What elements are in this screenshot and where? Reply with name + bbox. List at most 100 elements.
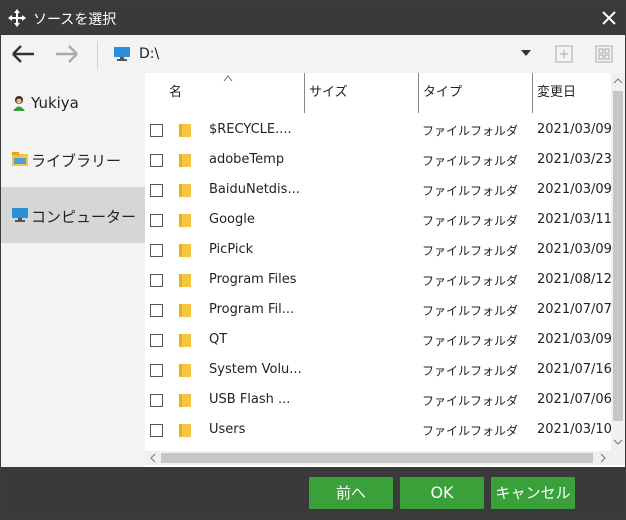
file-name: PicPick [209,242,254,257]
folder-icon [179,394,191,407]
select-checkbox[interactable] [150,424,163,437]
dropdown-arrow-icon[interactable] [520,48,532,58]
toolbar-divider [97,41,98,69]
view-grid-icon[interactable] [595,45,613,63]
file-row[interactable]: PicPick ファイルフォルダ 2021/03/09 [145,235,611,265]
cancel-button[interactable]: キャンセル [491,477,575,509]
sidebar-item-label: ライブラリー [31,152,122,170]
dialog-title: ソースを選択 [33,12,117,28]
horizontal-scrollbar[interactable] [145,451,611,465]
select-checkbox[interactable] [150,244,163,257]
file-date: 2021/03/11 [537,212,611,227]
file-row[interactable]: Google ファイルフォルダ 2021/03/11 [145,205,611,235]
file-type: ファイルフォルダ [422,274,519,288]
file-name: BaiduNetdis... [209,182,300,197]
sort-ascending-icon [223,75,233,82]
file-row[interactable]: QT ファイルフォルダ 2021/03/09 [145,325,611,355]
folder-icon [179,304,191,317]
scroll-thumb[interactable] [161,453,593,463]
select-checkbox[interactable] [150,274,163,287]
file-name: adobeTemp [209,152,285,167]
file-type: ファイルフォルダ [422,364,519,378]
file-date: 2021/03/09 [537,122,611,137]
file-list: $RECYCLE.... ファイルフォルダ 2021/03/09 adobeTemp フ… [145,115,611,451]
column-label: タイプ [423,85,463,100]
select-checkbox[interactable] [150,154,163,167]
file-row[interactable]: USB Flash ... ファイルフォルダ 2021/07/06 [145,385,611,415]
source-select-dialog: ソースを選択 D:\ Yukiya ライブラリー コンピューター 名 サイズ タ… [0,0,626,520]
column-size[interactable]: サイズ [305,73,419,113]
select-checkbox[interactable] [150,334,163,347]
file-name: Users [209,422,246,437]
folder-icon [179,334,191,347]
file-name: $RECYCLE.... [209,122,292,137]
scroll-left-icon[interactable] [148,453,158,463]
scroll-thumb[interactable] [613,91,623,421]
sidebar: Yukiya ライブラリー コンピューター [1,73,145,467]
file-date: 2021/07/16 [537,362,611,377]
column-name[interactable]: 名 [145,73,305,113]
close-icon[interactable] [597,6,621,30]
file-row[interactable]: System Volu... ファイルフォルダ 2021/07/16 [145,355,611,385]
file-row[interactable]: BaiduNetdis... ファイルフォルダ 2021/03/09 [145,175,611,205]
file-type: ファイルフォルダ [422,124,519,138]
file-date: 2021/03/09 [537,182,611,197]
move-arrows-icon [8,9,26,27]
current-path[interactable]: D:\ [139,46,159,62]
file-name: System Volu... [209,362,302,377]
sidebar-item-computer[interactable]: コンピューター [1,187,145,243]
file-row[interactable]: adobeTemp ファイルフォルダ 2021/03/23 [145,145,611,175]
file-date: 2021/08/12 [537,272,611,287]
new-folder-icon[interactable] [555,45,573,63]
select-checkbox[interactable] [150,124,163,137]
sidebar-item-label: Yukiya [31,94,79,112]
select-checkbox[interactable] [150,394,163,407]
file-type: ファイルフォルダ [422,184,519,198]
computer-icon [114,47,130,61]
scroll-right-icon[interactable] [598,453,608,463]
file-name: Program Fil... [209,302,295,317]
select-checkbox[interactable] [150,304,163,317]
sidebar-item-library[interactable]: ライブラリー [1,131,145,187]
folder-icon [179,274,191,287]
vertical-scrollbar[interactable] [611,73,625,451]
file-row[interactable]: Program Fil... ファイルフォルダ 2021/07/07 [145,295,611,325]
ok-button[interactable]: OK [400,477,484,509]
file-row[interactable]: Program Files ファイルフォルダ 2021/08/12 [145,265,611,295]
folder-icon [179,364,191,377]
file-name: QT [209,332,228,347]
file-date: 2021/07/06 [537,392,611,407]
back-arrow-icon[interactable] [9,43,37,65]
forward-arrow-icon[interactable] [53,43,81,65]
folder-icon [179,184,191,197]
file-date: 2021/03/10 [537,422,611,437]
select-checkbox[interactable] [150,214,163,227]
sidebar-item-user[interactable]: Yukiya [1,75,145,131]
computer-icon [12,208,28,222]
title-bar: ソースを選択 [1,1,625,35]
column-label: サイズ [309,85,348,100]
file-type: ファイルフォルダ [422,154,519,168]
column-label: 名 [169,85,183,100]
file-type: ファイルフォルダ [422,424,519,438]
file-name: USB Flash ... [209,392,291,407]
select-checkbox[interactable] [150,184,163,197]
file-row[interactable]: Users ファイルフォルダ 2021/03/10 [145,415,611,445]
file-date: 2021/03/09 [537,242,611,257]
column-type[interactable]: タイプ [419,73,533,113]
folder-icon [179,424,191,437]
scroll-down-icon[interactable] [613,437,623,447]
file-type: ファイルフォルダ [422,214,519,228]
dialog-footer: 前へ OK キャンセル [1,467,625,519]
file-date: 2021/03/09 [537,332,611,347]
scroll-up-icon[interactable] [613,76,623,86]
select-checkbox[interactable] [150,364,163,377]
file-type: ファイルフォルダ [422,394,519,408]
file-name: Google [209,212,255,227]
file-type: ファイルフォルダ [422,244,519,258]
file-name: Program Files [209,272,297,287]
column-modified[interactable]: 変更日 [533,73,610,113]
back-button[interactable]: 前へ [309,477,393,509]
file-row[interactable]: $RECYCLE.... ファイルフォルダ 2021/03/09 [145,115,611,145]
file-date: 2021/07/07 [537,302,611,317]
